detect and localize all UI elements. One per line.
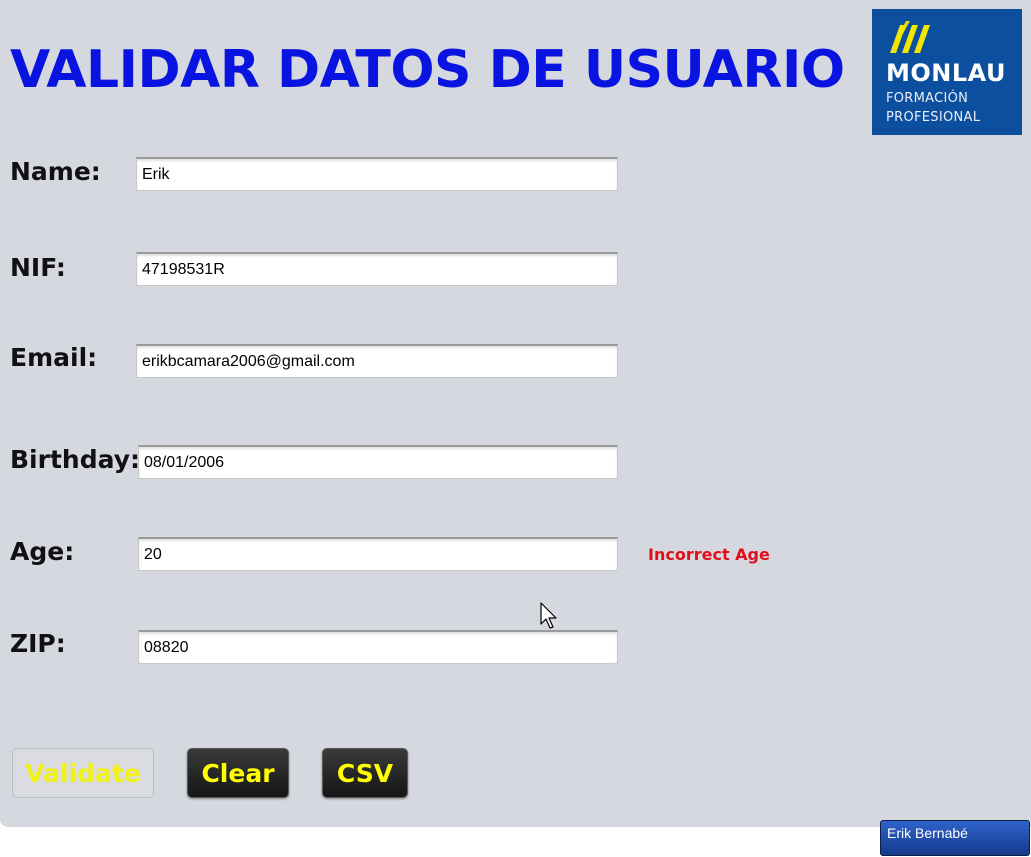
birthday-input[interactable] [138,445,618,479]
email-input[interactable] [136,344,618,378]
monlau-logo: MONLAU FORMACIÓN PROFESIONAL [872,9,1022,135]
validate-button[interactable]: Validate [12,748,154,798]
nif-label: NIF: [10,253,66,282]
logo-line-1: FORMACIÓN [886,91,969,106]
age-label: Age: [10,537,75,566]
page-title: VALIDAR DATOS DE USUARIO [10,40,845,100]
logo-name: MONLAU [886,59,1006,87]
mouse-cursor-icon [540,602,557,629]
nif-input[interactable] [136,252,618,286]
name-label: Name: [10,157,101,186]
birthday-label: Birthday: [10,445,140,474]
logo-stripes-icon [890,21,930,53]
zip-input[interactable] [138,630,618,664]
logo-line-2: PROFESIONAL [886,110,981,125]
age-input[interactable] [138,537,618,571]
age-error-message: Incorrect Age [648,545,770,564]
zip-label: ZIP: [10,629,66,658]
email-label: Email: [10,343,98,372]
taskbar-user-button[interactable]: Erik Bernabé [880,820,1030,856]
name-input[interactable] [136,157,618,191]
clear-button[interactable]: Clear [187,748,289,798]
form-panel: VALIDAR DATOS DE USUARIO MONLAU FORMACIÓ… [0,0,1031,827]
csv-button[interactable]: CSV [322,748,408,798]
